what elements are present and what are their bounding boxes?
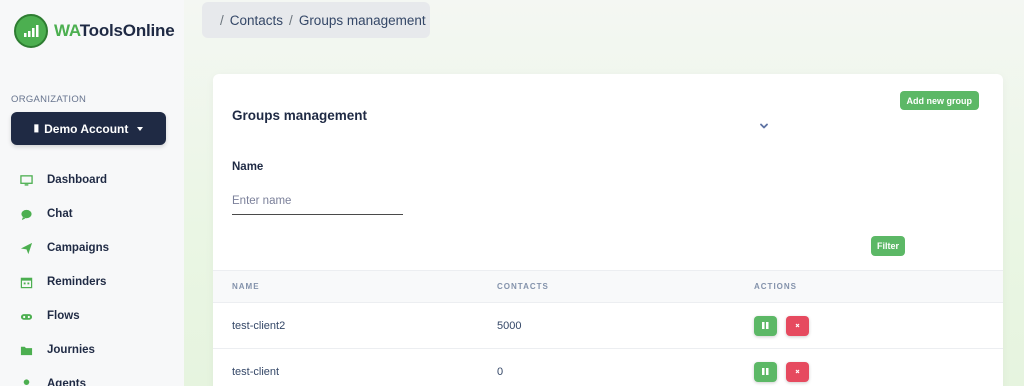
sidebar-item-flows[interactable]: Flows: [0, 299, 184, 333]
column-header-contacts: CONTACTS: [497, 282, 549, 291]
actions-cell: [736, 315, 809, 336]
add-new-group-button[interactable]: Add new group: [899, 91, 979, 110]
sidebar-item-campaigns[interactable]: Campaigns: [0, 231, 184, 265]
edit-button[interactable]: [754, 361, 777, 382]
column-header-actions: ACTIONS: [754, 282, 797, 291]
sidebar-item-reminders[interactable]: Reminders: [0, 265, 184, 299]
table-row: test-client2 5000: [213, 303, 1003, 349]
sidebar-item-label: Reminders: [47, 276, 107, 288]
sidebar-item-agents[interactable]: Agents: [0, 367, 184, 386]
sidebar-item-label: Chat: [47, 208, 73, 220]
name-filter-label: Name: [232, 161, 264, 173]
sidebar-item-label: Agents: [47, 378, 86, 386]
sidebar-item-chat[interactable]: Chat: [0, 197, 184, 231]
groups-card: Groups management Add new group Name Fil…: [213, 74, 1003, 386]
name-filter-input[interactable]: [232, 188, 403, 215]
sidebar-item-label: Campaigns: [47, 242, 109, 254]
breadcrumb-parent[interactable]: Contacts: [230, 13, 283, 28]
whatsapp-chart-icon: [14, 14, 48, 48]
actions-cell: [736, 361, 809, 382]
brand-name: WAToolsOnline: [54, 21, 175, 41]
caret-down-icon: [137, 126, 144, 131]
sidebar: WAToolsOnline ORGANIZATION ▮ Demo Accoun…: [0, 0, 184, 386]
user-icon: [19, 377, 33, 386]
filter-button[interactable]: Filter: [871, 236, 906, 256]
sidebar-item-label: Flows: [47, 310, 80, 322]
close-icon: [795, 369, 800, 374]
group-name-cell: test-client2: [232, 319, 286, 332]
breadcrumb-current: Groups management: [298, 12, 426, 28]
account-dropdown-button[interactable]: ▮ Demo Account: [11, 112, 166, 145]
sidebar-item-journies[interactable]: Journies: [0, 333, 184, 367]
table-row: test-client 0: [213, 349, 1003, 386]
breadcrumb-separator: /: [220, 12, 224, 28]
building-icon: ▮: [33, 123, 40, 134]
chat-bubble-icon: [19, 207, 33, 221]
calendar-icon: [19, 275, 33, 289]
sidebar-item-dashboard[interactable]: Dashboard: [0, 163, 184, 197]
table-header: NAME CONTACTS ACTIONS: [213, 270, 1003, 303]
breadcrumb: / Contacts / Groups management: [202, 2, 430, 38]
brand-logo[interactable]: WAToolsOnline: [14, 14, 175, 48]
account-name: Demo Account: [44, 121, 129, 136]
delete-button[interactable]: [786, 315, 809, 336]
chevron-down-icon[interactable]: [759, 118, 769, 129]
group-contacts-cell: 5000: [497, 319, 522, 332]
delete-button[interactable]: [786, 361, 809, 382]
monitor-icon: [19, 173, 33, 187]
edit-icon: [762, 368, 769, 375]
sidebar-item-label: Dashboard: [47, 174, 108, 186]
column-header-name: NAME: [232, 282, 260, 291]
gamepad-icon: [19, 309, 33, 323]
groups-table: NAME CONTACTS ACTIONS test-client2 5000 …: [213, 270, 1003, 386]
sidebar-nav: Dashboard Chat Campaigns Reminders Flows: [0, 163, 184, 386]
edit-button[interactable]: [754, 315, 777, 336]
breadcrumb-separator: /: [289, 12, 293, 28]
sidebar-item-label: Journies: [47, 344, 95, 356]
organization-label: ORGANIZATION: [11, 94, 87, 105]
close-icon: [795, 323, 800, 328]
group-name-cell: test-client: [232, 365, 280, 378]
paper-plane-icon: [19, 241, 33, 255]
edit-icon: [762, 322, 769, 329]
brand-prefix: WA: [54, 21, 80, 40]
folder-icon: [19, 343, 33, 357]
card-title: Groups management: [232, 108, 368, 123]
brand-suffix: ToolsOnline: [79, 21, 175, 40]
group-contacts-cell: 0: [497, 365, 504, 378]
